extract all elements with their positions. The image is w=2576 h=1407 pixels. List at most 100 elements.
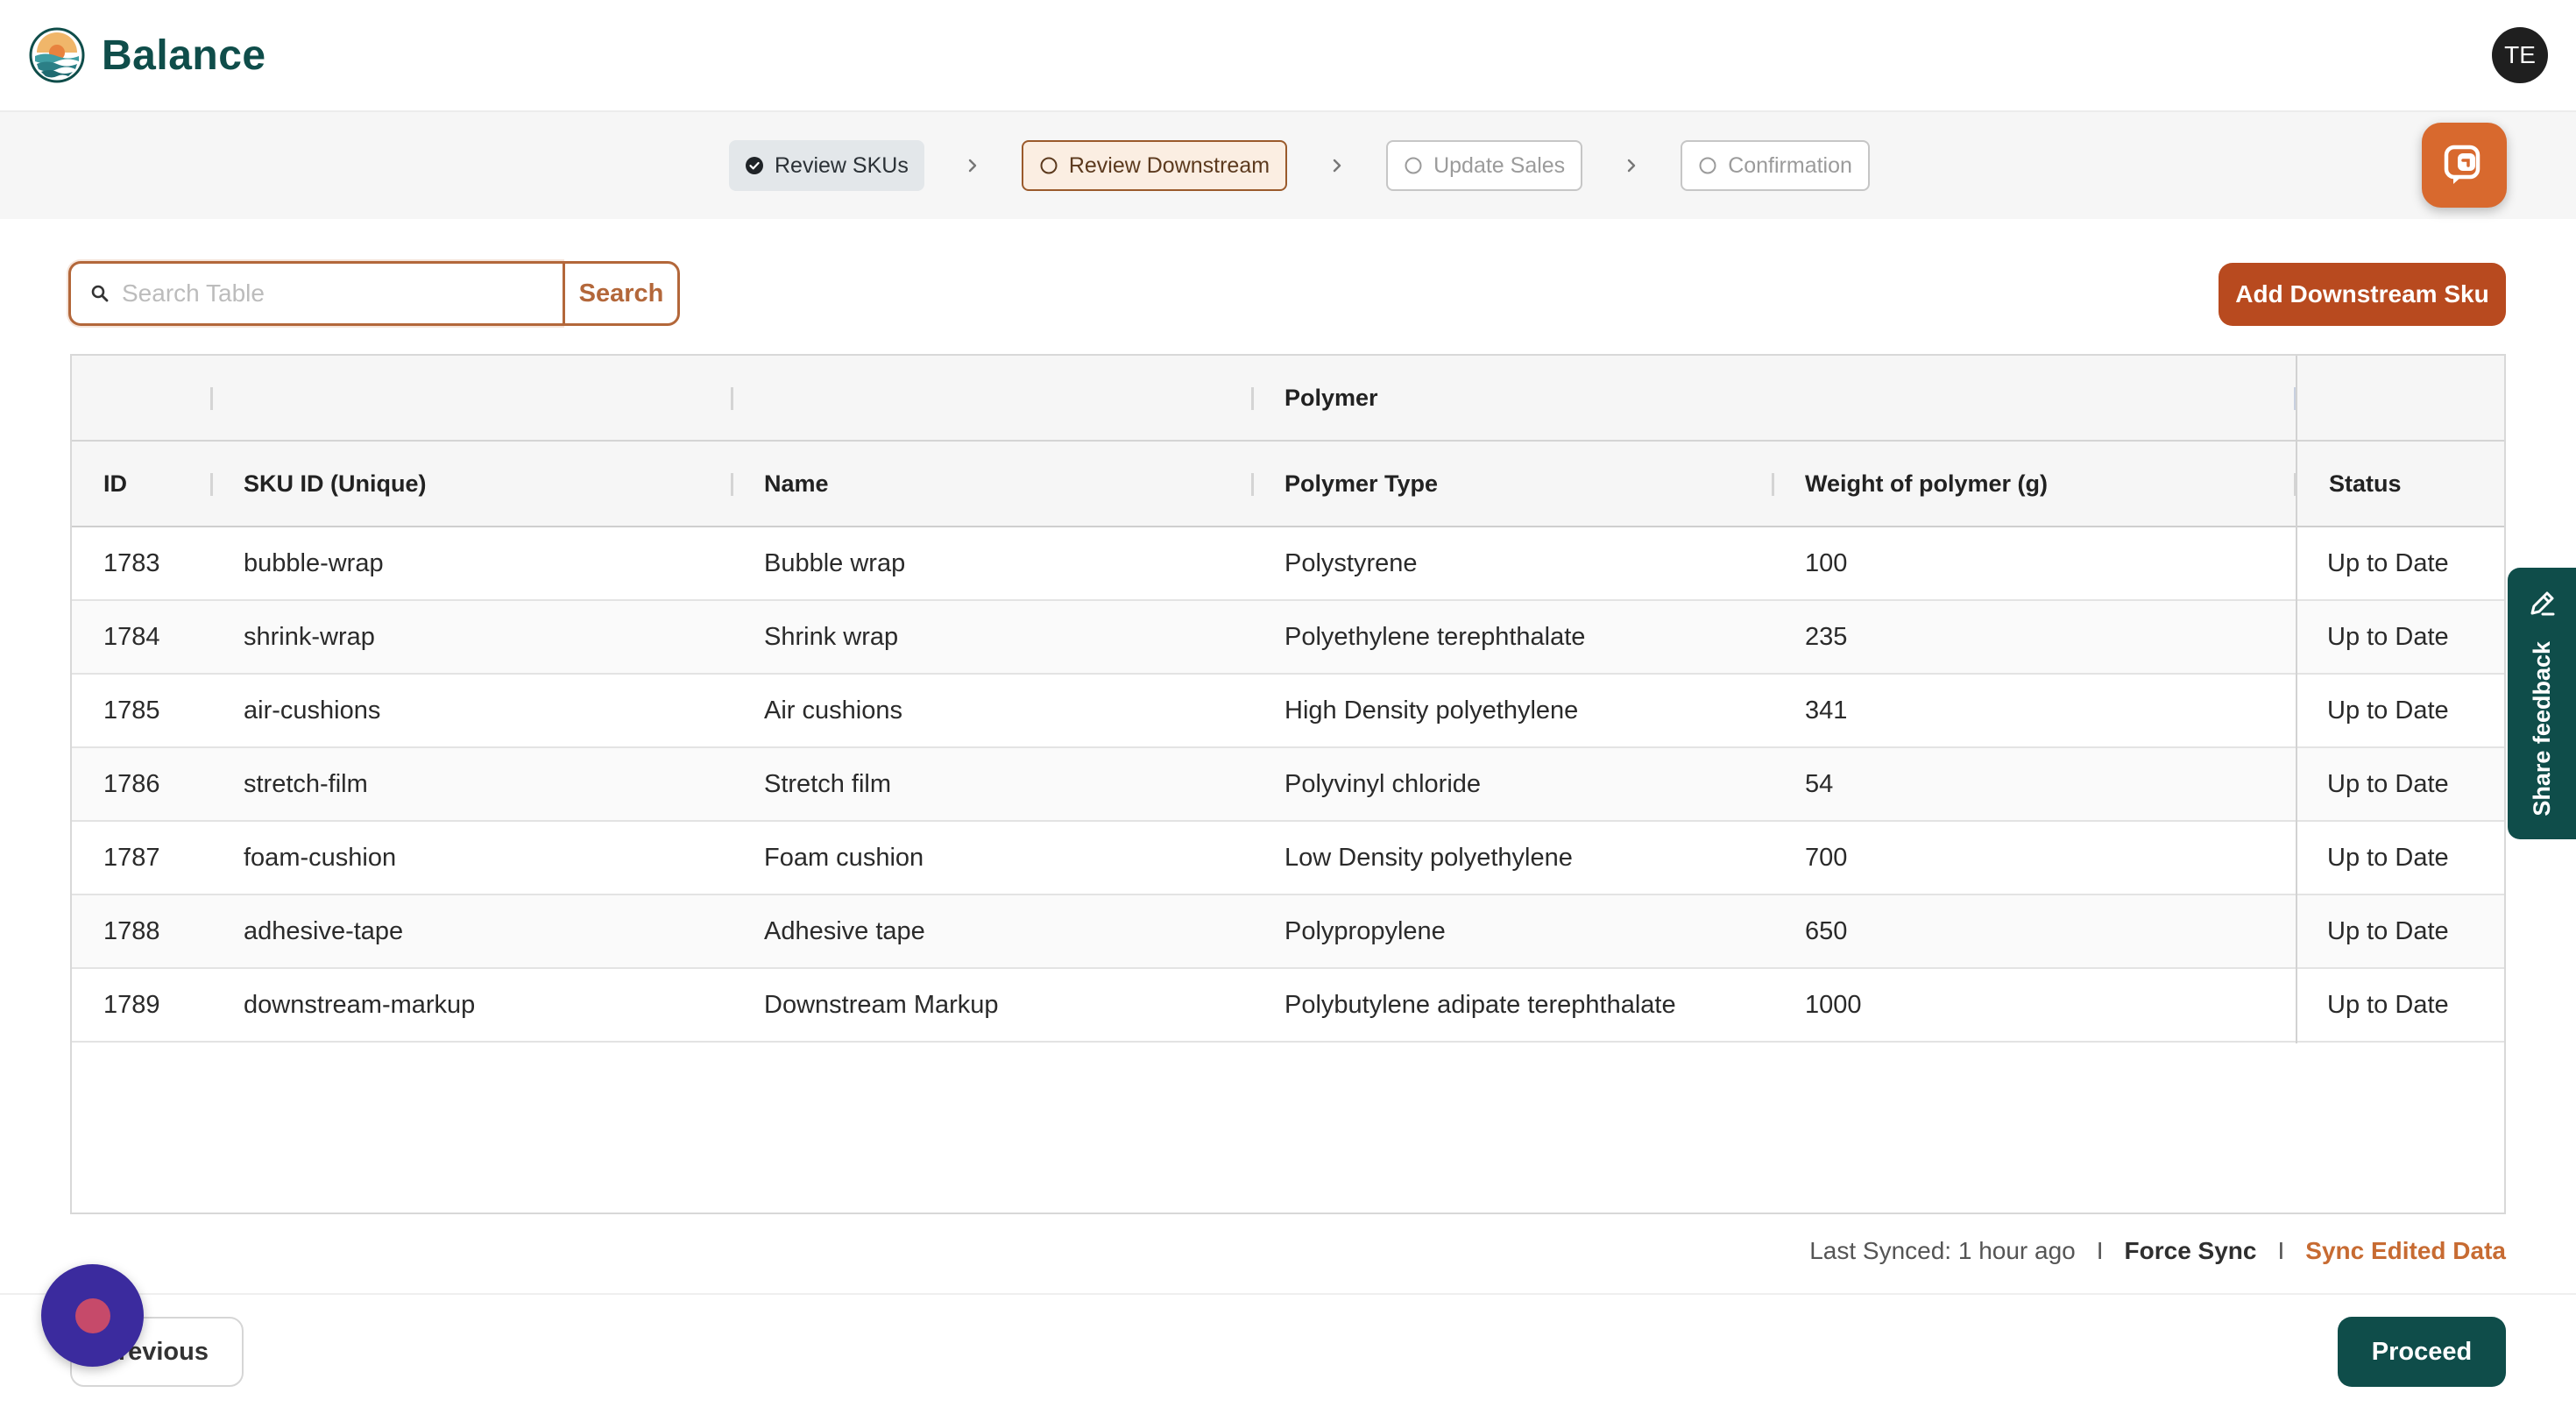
cell-weight[interactable]: 1000 [1805, 969, 1862, 1041]
record-dot-icon [74, 1297, 110, 1333]
cell-id: 1789 [103, 990, 160, 1019]
column-resizer[interactable] [731, 387, 733, 410]
search-button[interactable]: Search [563, 261, 680, 326]
column-resizer[interactable] [1251, 387, 1254, 410]
search-field[interactable] [68, 261, 563, 326]
share-feedback-label: Share feedback [2528, 641, 2555, 817]
column-header-name[interactable]: Name [764, 442, 829, 526]
cell-polymer-type[interactable]: Polystyrene [1284, 527, 1418, 599]
cell-sku-id[interactable]: bubble-wrap [244, 527, 384, 599]
cell-sku-id[interactable]: foam-cushion [244, 822, 396, 894]
table-row[interactable]: 1786 stretch-film Stretch film Polyvinyl… [72, 748, 2504, 822]
add-downstream-sku-button[interactable]: Add Downstream Sku [2219, 263, 2506, 326]
column-header-sku-id[interactable]: SKU ID (Unique) [244, 442, 427, 526]
brand[interactable]: Balance [28, 26, 266, 84]
table-row[interactable]: 1784 shrink-wrap Shrink wrap Polyethylen… [72, 601, 2504, 675]
column-header-polymer-type[interactable]: Polymer Type [1284, 442, 1438, 526]
chat-bubble-icon [2444, 145, 2480, 184]
cell-sku-id[interactable]: shrink-wrap [244, 601, 375, 673]
table-row[interactable]: 1785 air-cushions Air cushions High Dens… [72, 675, 2504, 748]
cell-status: Up to Date [2327, 769, 2449, 798]
cell-polymer-type[interactable]: Low Density polyethylene [1284, 822, 1573, 894]
cell-weight[interactable]: 341 [1805, 675, 1847, 746]
app-name: Balance [102, 32, 266, 79]
cell-status: Up to Date [2327, 548, 2449, 577]
table-row[interactable]: 1788 adhesive-tape Adhesive tape Polypro… [72, 895, 2504, 969]
cell-status: Up to Date [2327, 622, 2449, 651]
search-input[interactable] [122, 279, 542, 308]
cell-name[interactable]: Stretch film [764, 748, 891, 820]
cell-weight[interactable]: 100 [1805, 527, 1847, 599]
cell-id: 1788 [103, 916, 160, 945]
column-header-id[interactable]: ID [103, 442, 127, 526]
step-label: Review Downstream [1068, 152, 1270, 178]
table-search: Search [68, 261, 680, 326]
cell-weight[interactable]: 650 [1805, 895, 1847, 967]
cell-sku-id[interactable]: air-cushions [244, 675, 380, 746]
cell-name[interactable]: Adhesive tape [764, 895, 925, 967]
table-body: 1783 bubble-wrap Bubble wrap Polystyrene… [72, 527, 2504, 1043]
check-circle-icon [746, 157, 763, 174]
column-header-status[interactable]: Status [2329, 442, 2402, 526]
record-button[interactable] [41, 1264, 144, 1367]
sync-edited-data-link[interactable]: Sync Edited Data [2305, 1237, 2506, 1265]
step-confirmation[interactable]: Confirmation [1681, 140, 1870, 191]
cell-polymer-type[interactable]: High Density polyethylene [1284, 675, 1578, 746]
step-review-downstream[interactable]: Review Downstream [1021, 140, 1288, 191]
divider: I [2096, 1237, 2104, 1264]
column-resizer[interactable] [210, 387, 213, 410]
column-resizer[interactable] [1772, 473, 1774, 496]
cell-name[interactable]: Downstream Markup [764, 969, 999, 1041]
cell-weight[interactable]: 700 [1805, 822, 1847, 894]
step-update-sales[interactable]: Update Sales [1386, 140, 1583, 191]
chevron-right-icon [1333, 159, 1341, 173]
cell-name[interactable]: Foam cushion [764, 822, 924, 894]
cell-polymer-type[interactable]: Polyvinyl chloride [1284, 748, 1481, 820]
circle-icon [1040, 157, 1058, 174]
cell-name[interactable]: Bubble wrap [764, 527, 905, 599]
cell-status: Up to Date [2327, 990, 2449, 1019]
step-separator [1582, 157, 1681, 174]
share-feedback-tab[interactable]: Share feedback [2508, 568, 2576, 839]
cell-name[interactable]: Air cushions [764, 675, 902, 746]
proceed-button[interactable]: Proceed [2338, 1317, 2506, 1387]
user-avatar[interactable]: TE [2492, 27, 2548, 83]
cell-id: 1786 [103, 769, 160, 798]
cell-polymer-type[interactable]: Polyethylene terephthalate [1284, 601, 1585, 673]
force-sync-link[interactable]: Force Sync [2125, 1237, 2257, 1265]
column-resizer[interactable] [1251, 473, 1254, 496]
footer-bar [0, 1293, 2576, 1407]
circle-icon [1699, 157, 1716, 174]
chat-button[interactable] [2422, 123, 2507, 208]
table-row[interactable]: 1789 downstream-markup Downstream Markup… [72, 969, 2504, 1043]
stepper-bar: Review SKUs Review Downstream Update Sal… [0, 112, 2576, 219]
chevron-right-icon [969, 159, 977, 173]
stepper: Review SKUs Review Downstream Update Sal… [729, 140, 1870, 191]
circle-icon [1405, 157, 1422, 174]
step-label: Review SKUs [775, 152, 909, 178]
step-review-skus[interactable]: Review SKUs [729, 140, 924, 191]
search-icon [91, 285, 109, 302]
cell-weight[interactable]: 235 [1805, 601, 1847, 673]
cell-status: Up to Date [2327, 843, 2449, 872]
cell-polymer-type[interactable]: Polybutylene adipate terephthalate [1284, 969, 1676, 1041]
cell-status: Up to Date [2327, 916, 2449, 945]
cell-sku-id[interactable]: stretch-film [244, 748, 368, 820]
cell-weight[interactable]: 54 [1805, 748, 1833, 820]
divider: I [2277, 1237, 2285, 1264]
column-resizer[interactable] [731, 473, 733, 496]
cell-name[interactable]: Shrink wrap [764, 601, 898, 673]
table-row[interactable]: 1783 bubble-wrap Bubble wrap Polystyrene… [72, 527, 2504, 601]
sync-status-bar: Last Synced: 1 hour ago I Force Sync I S… [1809, 1232, 2506, 1270]
cell-polymer-type[interactable]: Polypropylene [1284, 895, 1446, 967]
cell-status: Up to Date [2327, 696, 2449, 725]
column-header-weight[interactable]: Weight of polymer (g) [1805, 442, 2048, 526]
cell-sku-id[interactable]: downstream-markup [244, 969, 475, 1041]
cell-sku-id[interactable]: adhesive-tape [244, 895, 403, 967]
table-row[interactable]: 1787 foam-cushion Foam cushion Low Densi… [72, 822, 2504, 895]
app-header: Balance TE [0, 0, 2576, 112]
balance-logo [29, 27, 85, 83]
cell-id: 1783 [103, 548, 160, 577]
column-resizer[interactable] [210, 473, 213, 496]
cell-id: 1785 [103, 696, 160, 725]
